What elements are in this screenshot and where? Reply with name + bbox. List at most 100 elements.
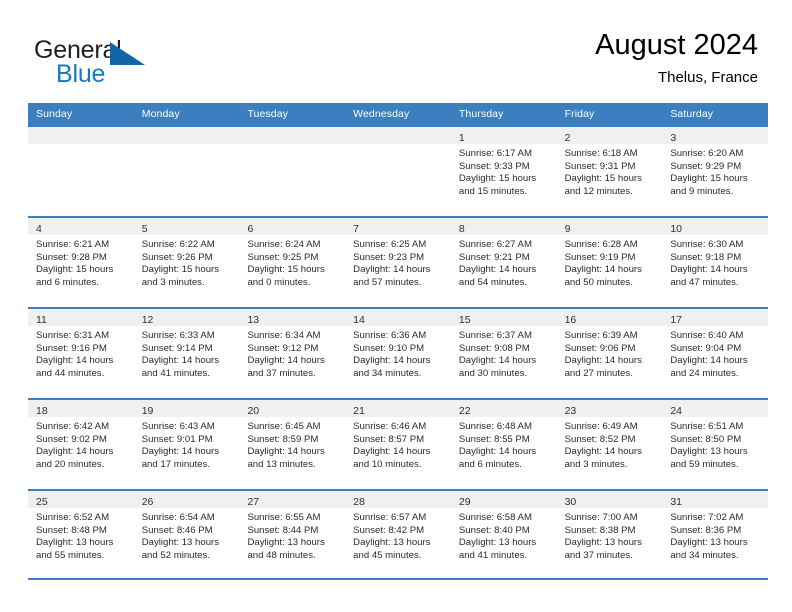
day-details: Sunrise: 6:28 AM Sunset: 9:19 PM Daylight:… [557, 235, 663, 289]
day-detail-line: Sunrise: 6:39 AM [564, 330, 638, 341]
day-number-band: 18 [28, 400, 134, 417]
day-details: Sunrise: 6:24 AM Sunset: 9:25 PM Daylight:… [239, 235, 345, 289]
day-cell[interactable]: 11 Sunrise: 6:31 AM Sunset: 9:16 PM Dayligh… [28, 309, 134, 398]
day-cell[interactable]: 21 Sunrise: 6:46 AM Sunset: 8:57 PM Dayligh… [345, 400, 451, 489]
day-detail-line: Sunrise: 6:48 AM [458, 421, 532, 432]
day-detail-line: Sunrise: 6:33 AM [141, 330, 215, 341]
day-cell[interactable]: 18 Sunrise: 6:42 AM Sunset: 9:02 PM Dayligh… [28, 400, 134, 489]
day-cell[interactable]: 17 Sunrise: 6:40 AM Sunset: 9:04 PM Dayligh… [662, 309, 769, 398]
day-number: 10 [670, 223, 682, 235]
day-cell[interactable]: 9 Sunrise: 6:28 AM Sunset: 9:19 PM Daylight… [556, 218, 663, 307]
day-detail-line: Daylight: 14 hours [353, 446, 431, 458]
day-cell[interactable]: 28 Sunrise: 6:57 AM Sunset: 8:42 PM Dayligh… [345, 491, 451, 578]
day-cell[interactable]: 26 Sunrise: 6:54 AM Sunset: 8:46 PM Dayligh… [133, 491, 240, 578]
day-cell[interactable]: 3 Sunrise: 6:20 AM Sunset: 9:29 PM Daylight… [662, 127, 769, 216]
day-cell[interactable]: 10 Sunrise: 6:30 AM Sunset: 9:18 PM Dayligh… [662, 218, 769, 307]
day-number-band: 29 [450, 491, 557, 508]
day-detail-line: Daylight: 13 hours [670, 537, 748, 549]
day-number: 23 [564, 405, 577, 417]
day-cell[interactable]: 12 Sunrise: 6:33 AM Sunset: 9:14 PM Dayligh… [133, 309, 240, 398]
week-row: 18 Sunrise: 6:42 AM Sunset: 9:02 PM Dayligh… [28, 398, 769, 489]
day-number-band: 7 [345, 218, 451, 235]
day-detail-line: and 17 minutes. [141, 458, 210, 470]
day-number-band: 15 [450, 309, 557, 326]
day-detail-line: Daylight: 14 hours [564, 264, 642, 276]
day-detail-line: Daylight: 13 hours [564, 537, 642, 549]
day-detail-line: Daylight: 14 hours [353, 264, 431, 276]
day-cell[interactable]: 22 Sunrise: 6:48 AM Sunset: 8:55 PM Dayligh… [450, 400, 557, 489]
day-detail-line: and 34 minutes. [670, 549, 739, 561]
day-detail-line: Sunset: 9:02 PM [36, 433, 107, 445]
day-cell[interactable]: 24 Sunrise: 6:51 AM Sunset: 8:50 PM Dayligh… [662, 400, 769, 489]
day-detail-line: and 27 minutes. [564, 367, 633, 379]
day-detail-line: Sunset: 9:26 PM [141, 251, 213, 263]
day-cell[interactable]: 5 Sunrise: 6:22 AM Sunset: 9:26 PM Daylight… [133, 218, 240, 307]
day-detail-line: Daylight: 14 hours [36, 446, 114, 458]
day-detail-line: Sunrise: 6:20 AM [670, 148, 744, 159]
day-detail-line: Daylight: 14 hours [36, 355, 114, 367]
day-number-band: 23 [556, 400, 663, 417]
day-cell[interactable]: 13 Sunrise: 6:34 AM Sunset: 9:12 PM Dayligh… [239, 309, 346, 398]
page-header: General Blue August 2024 Thelus, France [0, 0, 792, 100]
day-number: 3 [670, 132, 677, 144]
day-detail-line: Sunrise: 6:43 AM [141, 421, 215, 432]
day-detail-line: Daylight: 13 hours [36, 537, 114, 549]
day-detail-line: Sunrise: 6:21 AM [36, 239, 110, 250]
day-details: Sunrise: 6:25 AM Sunset: 9:23 PM Daylight:… [345, 235, 451, 289]
day-detail-line: Daylight: 14 hours [670, 264, 748, 276]
day-detail-line: Daylight: 15 hours [564, 173, 642, 185]
day-detail-line: Sunset: 9:10 PM [353, 342, 425, 354]
day-detail-line: Sunset: 8:38 PM [564, 524, 636, 536]
day-cell[interactable]: 20 Sunrise: 6:45 AM Sunset: 8:59 PM Dayligh… [239, 400, 346, 489]
day-cell[interactable]: 23 Sunrise: 6:49 AM Sunset: 8:52 PM Dayligh… [556, 400, 663, 489]
day-cell[interactable]: 19 Sunrise: 6:43 AM Sunset: 9:01 PM Dayligh… [133, 400, 240, 489]
day-cell[interactable]: 1 Sunrise: 6:17 AM Sunset: 9:33 PM Daylight… [450, 127, 557, 216]
day-cell[interactable]: 31 Sunrise: 7:02 AM Sunset: 8:36 PM Dayligh… [662, 491, 769, 578]
day-cell[interactable]: 6 Sunrise: 6:24 AM Sunset: 9:25 PM Daylight… [239, 218, 346, 307]
day-detail-line: Sunrise: 7:00 AM [564, 512, 638, 523]
day-cell[interactable]: 14 Sunrise: 6:36 AM Sunset: 9:10 PM Dayligh… [345, 309, 451, 398]
day-detail-line: Sunset: 9:21 PM [458, 251, 530, 263]
logo-text-blue: Blue [56, 60, 106, 88]
day-details [134, 144, 240, 148]
day-detail-line: and 24 minutes. [670, 367, 739, 379]
day-details: Sunrise: 6:37 AM Sunset: 9:08 PM Daylight:… [451, 326, 557, 380]
day-detail-line: Sunrise: 6:30 AM [670, 239, 744, 250]
day-detail-line: and 6 minutes. [458, 458, 522, 470]
day-details: Sunrise: 6:48 AM Sunset: 8:55 PM Daylight:… [451, 417, 557, 471]
day-detail-line: Sunset: 8:44 PM [247, 524, 319, 536]
weekday-header-saturday: Saturday [670, 108, 714, 120]
day-details: Sunrise: 7:00 AM Sunset: 8:38 PM Daylight:… [557, 508, 663, 562]
day-cell[interactable]: 27 Sunrise: 6:55 AM Sunset: 8:44 PM Dayligh… [239, 491, 346, 578]
weekday-header-monday: Monday [141, 108, 180, 120]
day-detail-line: Sunrise: 6:28 AM [564, 239, 638, 250]
day-cell[interactable]: 16 Sunrise: 6:39 AM Sunset: 9:06 PM Dayligh… [556, 309, 663, 398]
day-detail-line: Sunrise: 6:45 AM [247, 421, 321, 432]
day-number: 27 [247, 496, 260, 508]
day-number-band: 14 [345, 309, 451, 326]
day-detail-line: and 13 minutes. [247, 458, 316, 470]
day-cell[interactable]: 29 Sunrise: 6:58 AM Sunset: 8:40 PM Dayligh… [450, 491, 557, 578]
day-details: Sunrise: 6:34 AM Sunset: 9:12 PM Daylight:… [239, 326, 345, 380]
day-cell[interactable]: 8 Sunrise: 6:27 AM Sunset: 9:21 PM Daylight… [450, 218, 557, 307]
general-blue-logo[interactable]: General Blue [34, 36, 294, 94]
day-detail-line: Daylight: 14 hours [458, 355, 537, 367]
calendar-grid: Sunday Monday Tuesday Wednesday Thursday… [28, 103, 769, 580]
day-number: 16 [564, 314, 577, 326]
day-cell[interactable]: 30 Sunrise: 7:00 AM Sunset: 8:38 PM Dayligh… [556, 491, 663, 578]
day-number: 21 [353, 405, 365, 417]
day-cell[interactable]: 25 Sunrise: 6:52 AM Sunset: 8:48 PM Dayligh… [28, 491, 134, 578]
weekday-header-wednesday: Wednesday [353, 108, 410, 120]
day-number: 5 [141, 223, 148, 235]
day-detail-line: Sunrise: 6:58 AM [458, 512, 532, 523]
day-number-band: 20 [239, 400, 346, 417]
day-cell[interactable]: 15 Sunrise: 6:37 AM Sunset: 9:08 PM Dayligh… [450, 309, 557, 398]
day-number: 26 [141, 496, 154, 508]
day-detail-line: Daylight: 14 hours [458, 446, 537, 458]
day-detail-line: and 10 minutes. [353, 458, 422, 470]
day-number-band: 5 [133, 218, 240, 235]
day-cell[interactable]: 2 Sunrise: 6:18 AM Sunset: 9:31 PM Daylight… [556, 127, 663, 216]
weekday-header-sunday: Sunday [36, 108, 73, 120]
day-cell[interactable]: 7 Sunrise: 6:25 AM Sunset: 9:23 PM Daylight… [345, 218, 451, 307]
day-cell[interactable]: 4 Sunrise: 6:21 AM Sunset: 9:28 PM Daylight… [28, 218, 134, 307]
